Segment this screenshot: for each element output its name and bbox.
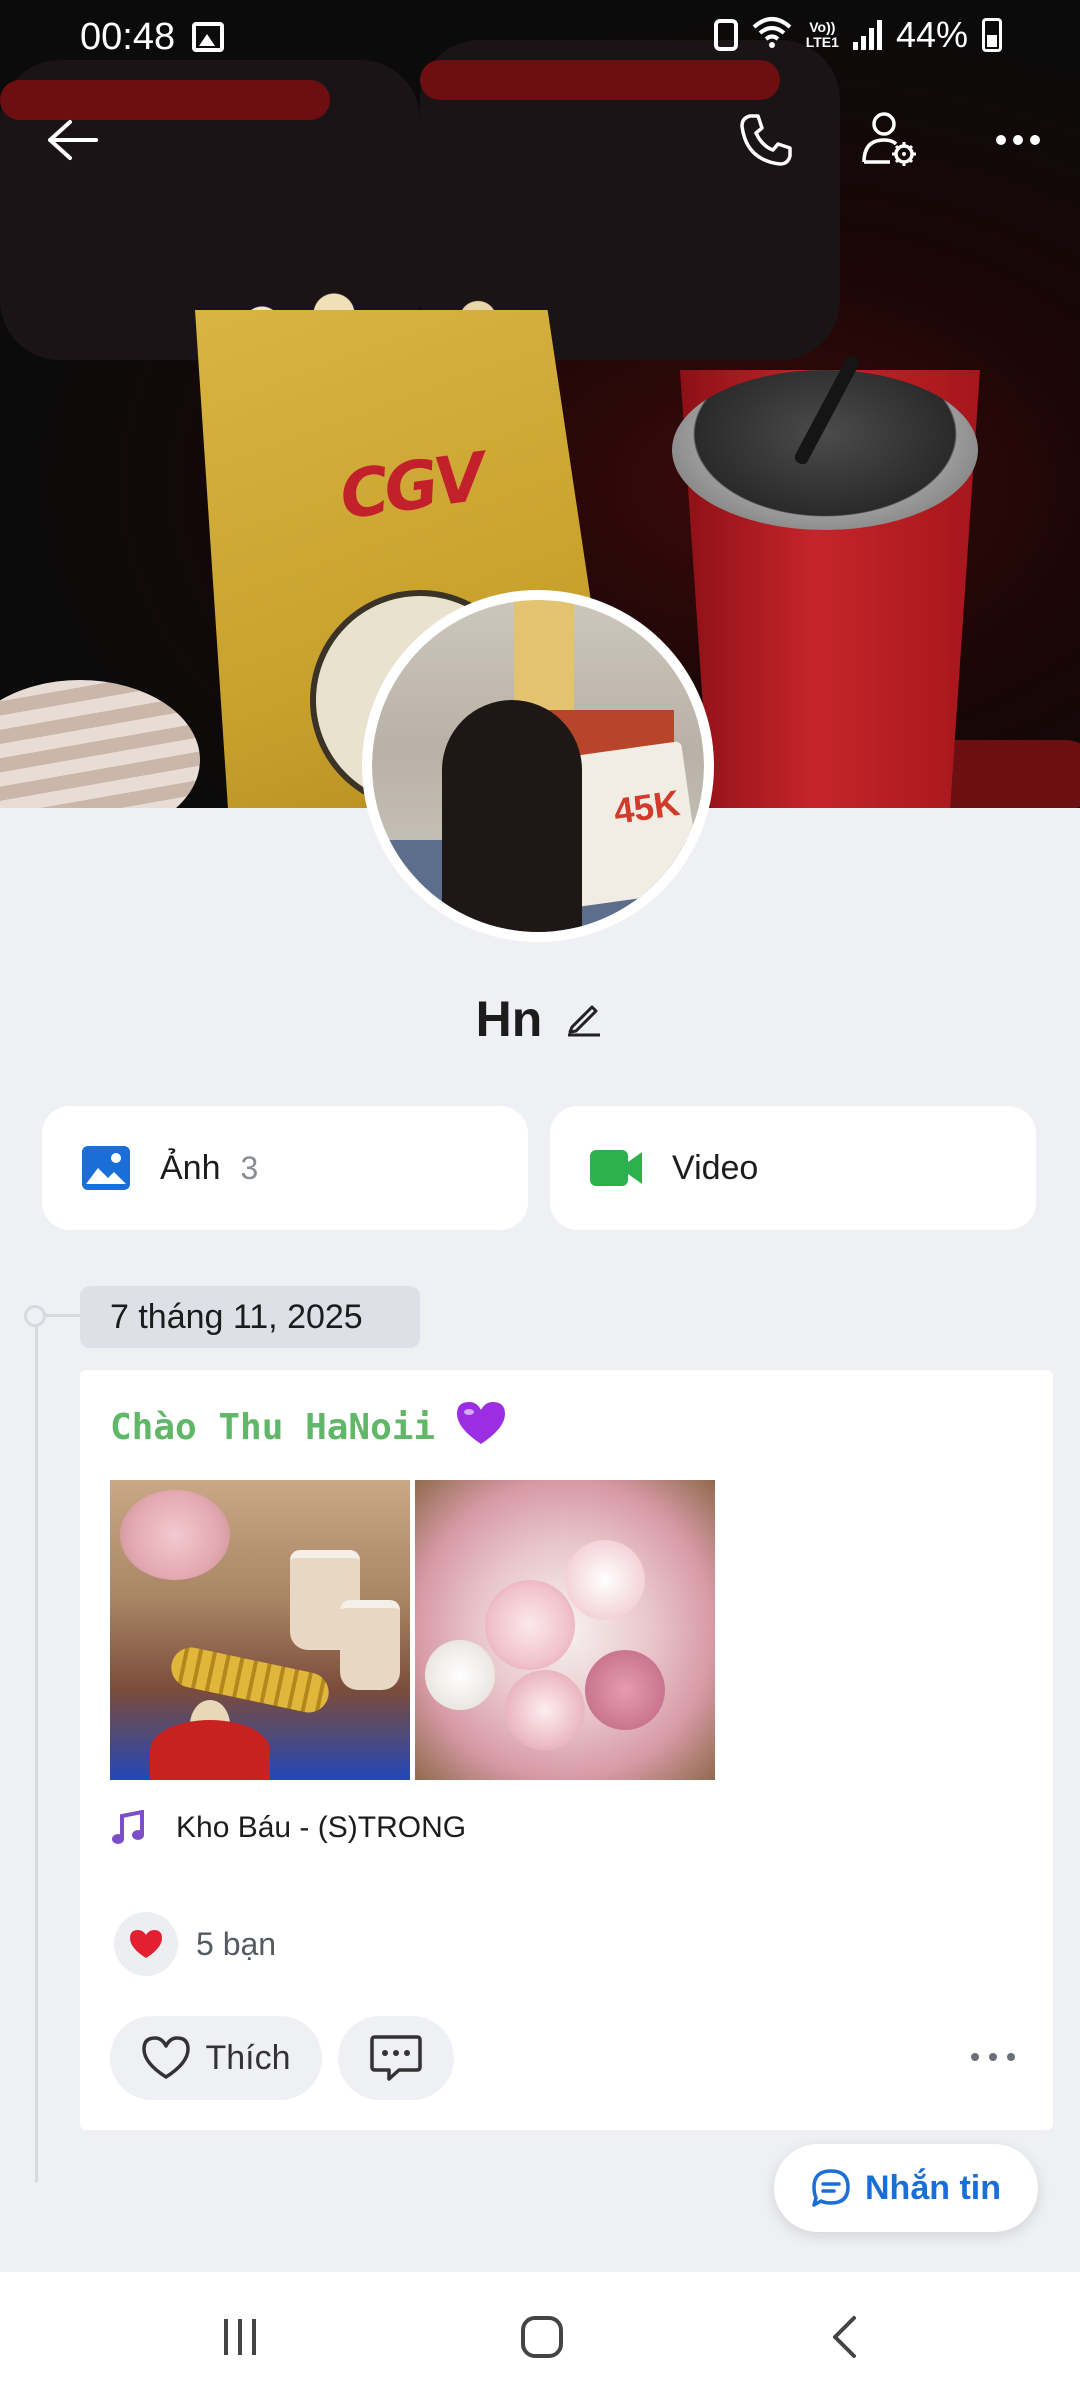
photos-label: Ảnh [160, 1148, 221, 1187]
home-icon [521, 2316, 563, 2358]
system-navigation-bar [0, 2272, 1080, 2400]
message-button[interactable]: Nhắn tin [774, 2144, 1038, 2232]
recent-apps-icon [224, 2319, 256, 2355]
post-title: Chào Thu HaNoii [110, 1407, 436, 1448]
chevron-left-icon [833, 2316, 856, 2358]
music-title: Kho Báu - (S)TRONG [176, 1811, 467, 1844]
video-camera-icon [590, 1150, 642, 1186]
photos-count: 3 [240, 1149, 259, 1186]
likes-count: 5 bạn [196, 1925, 277, 1962]
cup-lid [672, 370, 978, 530]
chat-bubble-icon [812, 2169, 850, 2207]
heart-icon [142, 2036, 191, 2079]
gallery-notification-icon [192, 22, 224, 52]
status-bar: 00:48 Vo)) LTE1 44% [0, 0, 1080, 80]
more-icon [971, 2053, 1015, 2061]
status-icons: Vo)) LTE1 44% [713, 14, 1002, 56]
post-card[interactable]: Chào Thu HaNoii Kho Báu - (S)TRONG 5 bạn… [80, 1370, 1053, 2130]
message-button-label: Nhắn tin [865, 2168, 1001, 2207]
comment-icon [370, 2035, 422, 2081]
post-more-button[interactable] [963, 2032, 1023, 2082]
wifi-icon [752, 15, 792, 55]
heart-reaction-icon [114, 1912, 178, 1976]
date-chip: 7 tháng 11, 2025 [80, 1286, 420, 1348]
more-icon [996, 135, 1040, 145]
profile-settings-button[interactable] [850, 100, 930, 180]
profile-name-row: Hn [0, 990, 1080, 1048]
timeline-branch [46, 1314, 80, 1317]
user-settings-icon [862, 112, 916, 166]
battery-percent: 44% [895, 14, 968, 55]
purple-heart-icon [455, 1400, 507, 1455]
more-options-button[interactable] [978, 100, 1058, 180]
timeline-line [35, 1312, 38, 2182]
back-button[interactable] [32, 100, 112, 180]
phone-icon [740, 114, 792, 166]
profile-name: Hn [475, 991, 543, 1047]
timeline-dot [24, 1305, 46, 1327]
home-button[interactable] [502, 2302, 582, 2372]
volte-indicator: Vo)) LTE1 [805, 19, 839, 50]
music-row[interactable]: Kho Báu - (S)TRONG [110, 1810, 466, 1846]
system-back-button[interactable] [804, 2302, 884, 2372]
battery-icon [982, 18, 1002, 52]
post-photo[interactable] [110, 1480, 410, 1780]
ripped-jeans [0, 680, 200, 808]
likes-summary[interactable]: 5 bạn [114, 1912, 276, 1976]
back-arrow-icon [48, 120, 98, 160]
video-button[interactable]: Video [550, 1106, 1036, 1230]
signal-icon [852, 20, 882, 50]
post-photo[interactable] [415, 1480, 715, 1780]
status-time: 00:48 [80, 16, 176, 58]
like-button[interactable]: Thích [110, 2016, 322, 2100]
video-label: Video [672, 1148, 759, 1187]
comment-button[interactable] [338, 2016, 454, 2100]
like-button-label: Thích [205, 2038, 291, 2077]
photos-button[interactable]: Ảnh 3 [42, 1106, 528, 1230]
call-button[interactable] [726, 100, 806, 180]
avatar[interactable]: 45K [362, 590, 714, 942]
music-note-icon [112, 1810, 144, 1844]
avatar-person [442, 700, 582, 932]
battery-saver-icon [713, 19, 738, 51]
recent-apps-button[interactable] [200, 2302, 280, 2372]
avatar-photo: 45K [372, 600, 704, 932]
edit-name-button[interactable] [564, 997, 604, 1042]
post-title-row: Chào Thu HaNoii [110, 1400, 507, 1455]
pencil-icon [568, 1005, 601, 1036]
image-icon [82, 1146, 130, 1190]
